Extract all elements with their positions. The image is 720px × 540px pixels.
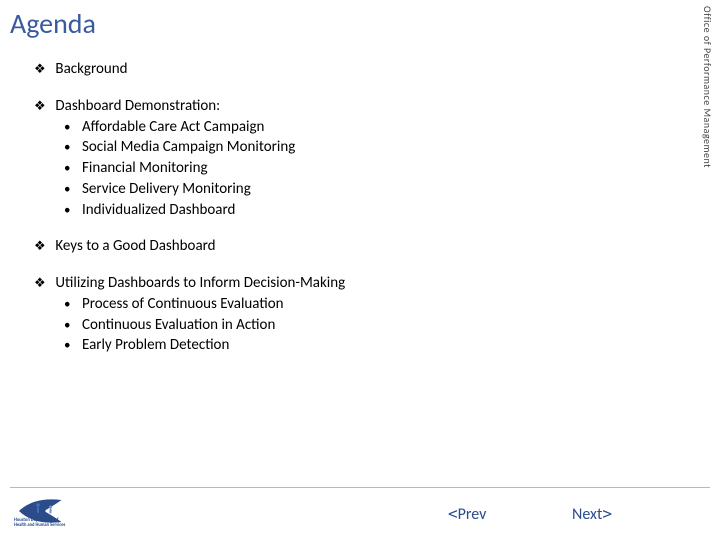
sub-bullet: Financial Monitoring [64,159,680,178]
chevron-right-icon: > [602,504,612,523]
sub-bullet-text: Individualized Dashboard [82,201,235,219]
logo-text-top: Houston Department of [14,518,59,523]
sub-bullet: Continuous Evaluation in Action [64,316,680,335]
next-button[interactable]: Next> [572,504,612,524]
sub-bullet: Process of Continuous Evaluation [64,295,680,314]
logo-text-bottom: Health and Human Services [14,523,65,528]
slide: Agenda Office of Performance Management … [0,0,720,540]
agenda-content: Background Dashboard Demonstration: Affo… [34,60,680,357]
sub-bullet-text: Affordable Care Act Campaign [82,118,264,136]
prev-button[interactable]: <Prev [448,504,486,524]
sub-bullet-text: Process of Continuous Evaluation [82,295,284,313]
sub-bullet: Social Media Campaign Monitoring [64,138,680,157]
side-label: Office of Performance Management [700,6,714,168]
bullet-utilizing: Utilizing Dashboards to Inform Decision-… [34,274,680,293]
bullet-text: Utilizing Dashboards to Inform Decision-… [55,274,345,292]
sub-bullet: Service Delivery Monitoring [64,180,680,199]
bullet-text: Keys to a Good Dashboard [55,237,215,255]
bullet-text: Background [55,60,127,78]
page-title: Agenda [10,6,96,41]
sub-bullet: Early Problem Detection [64,336,680,355]
bullet-text: Dashboard Demonstration: [55,97,220,115]
sub-bullet-text: Financial Monitoring [82,159,208,177]
bullet-background: Background [34,60,680,79]
sub-bullet-text: Continuous Evaluation in Action [82,316,275,334]
next-label: Next [572,505,602,524]
sub-bullet-text: Early Problem Detection [82,336,229,354]
bullet-keys: Keys to a Good Dashboard [34,237,680,256]
sub-bullet-text: Social Media Campaign Monitoring [82,138,295,156]
divider [10,487,710,488]
sub-bullet-text: Service Delivery Monitoring [82,180,251,198]
chevron-left-icon: < [448,504,458,523]
sub-bullet: Individualized Dashboard [64,201,680,220]
bullet-dashboard-demo: Dashboard Demonstration: [34,97,680,116]
logo: Houston Department of Health and Human S… [14,494,124,528]
sub-bullet: Affordable Care Act Campaign [64,118,680,137]
prev-label: Prev [458,505,487,524]
